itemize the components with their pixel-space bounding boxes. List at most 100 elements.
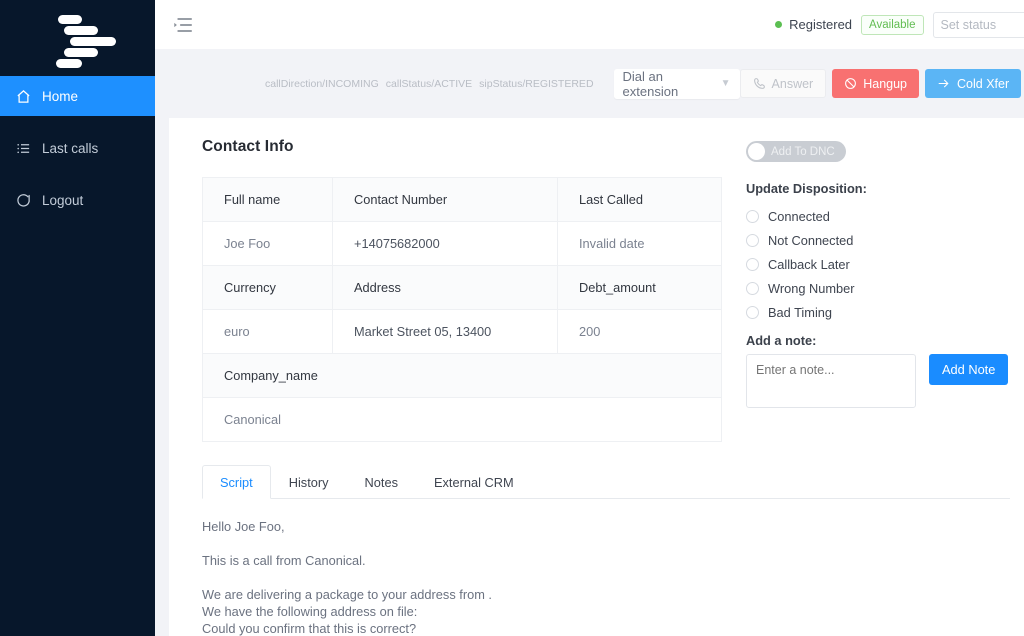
answer-button[interactable]: Answer [740, 69, 827, 98]
script-panel: Hello Joe Foo, This is a call from Canon… [169, 499, 1024, 636]
sidebar-item-last-calls[interactable]: Last calls [0, 128, 155, 168]
table-cell-company-name: Canonical [203, 398, 722, 442]
home-icon [15, 88, 31, 104]
script-line-2: We have the following address on file: [202, 603, 1024, 620]
script-intro: This is a call from Canonical. [202, 552, 1024, 569]
chevron-down-icon: ▼ [721, 78, 731, 89]
sidebar-item-logout[interactable]: Logout [0, 180, 155, 220]
page-title: Contact Info [202, 138, 721, 156]
radio-icon [746, 210, 759, 223]
power-icon [15, 192, 31, 208]
table-row: Currency Address Debt_amount [203, 266, 722, 310]
sidebar: Home Last calls [0, 0, 155, 636]
nav-spacer-2 [0, 168, 155, 180]
table-row: Company_name [203, 354, 722, 398]
table-row: Full name Contact Number Last Called [203, 178, 722, 222]
add-note-button[interactable]: Add Note [929, 354, 1008, 385]
list-icon [15, 140, 31, 156]
table-row: Joe Foo +14075682000 Invalid date [203, 222, 722, 266]
script-line-1: We are delivering a package to your addr… [202, 586, 1024, 603]
add-note-title: Add a note: [746, 333, 1024, 348]
nav-spacer-1 [0, 116, 155, 128]
table-cell-full-name: Joe Foo [203, 222, 333, 266]
table-cell-debt-amount: 200 [558, 310, 722, 354]
radio-icon [746, 306, 759, 319]
contact-info-column: Contact Info Full name Contact Number La… [202, 138, 721, 442]
disposition-option-label: Bad Timing [768, 305, 832, 320]
table-header-cell: Contact Number [333, 178, 558, 222]
table-header-cell: Currency [203, 266, 333, 310]
hangup-button[interactable]: Hangup [832, 69, 919, 98]
toggle-knob-icon [748, 143, 765, 160]
tab-external-crm[interactable]: External CRM [416, 465, 532, 499]
table-header-cell: Last Called [558, 178, 722, 222]
call-buttons: Answer Hangup Cold [740, 69, 1024, 98]
sidebar-item-label-home: Home [42, 89, 78, 104]
stacked-bars-logo [52, 12, 104, 64]
script-body: We are delivering a package to your addr… [202, 586, 1024, 636]
disposition-option-callback-later[interactable]: Callback Later [746, 252, 1024, 276]
content-background: Contact Info Full name Contact Number La… [155, 118, 1024, 636]
table-cell-last-called: Invalid date [558, 222, 722, 266]
table-row: euro Market Street 05, 13400 200 [203, 310, 722, 354]
table-header-cell-company: Company_name [203, 354, 722, 398]
main-area: Registered Available Set status ▼ Areski… [155, 0, 1024, 636]
tab-history[interactable]: History [271, 465, 347, 499]
table-header-cell: Debt_amount [558, 266, 722, 310]
top-bar-right: Registered Available Set status ▼ Areski [775, 11, 1024, 39]
sidebar-item-label-last-calls: Last calls [42, 141, 98, 156]
answer-button-label: Answer [772, 77, 814, 91]
call-meta: callDirection/INCOMING callStatus/ACTIVE… [265, 78, 594, 90]
disposition-option-bad-timing[interactable]: Bad Timing [746, 300, 1024, 324]
set-status-select[interactable]: Set status ▼ [933, 12, 1024, 38]
dial-extension-label: Dial an extension [623, 69, 721, 99]
tabs-container: Script History Notes External CRM [169, 465, 1024, 499]
call-meta-direction: callDirection/INCOMING [265, 78, 379, 90]
sidebar-item-label-logout: Logout [42, 193, 83, 208]
radio-icon [746, 234, 759, 247]
note-input[interactable] [746, 354, 916, 408]
hangup-icon [844, 77, 857, 90]
top-bar: Registered Available Set status ▼ Areski [155, 0, 1024, 49]
hangup-button-label: Hangup [863, 77, 907, 91]
table-row: Canonical [203, 398, 722, 442]
script-line-3: Could you confirm that this is correct? [202, 620, 1024, 636]
call-meta-sip: sipStatus/REGISTERED [479, 78, 593, 90]
disposition-option-label: Wrong Number [768, 281, 855, 296]
radio-icon [746, 282, 759, 295]
call-meta-status: callStatus/ACTIVE [386, 78, 472, 90]
add-to-dnc-label: Add To DNC [771, 146, 835, 158]
table-cell-address: Market Street 05, 13400 [333, 310, 558, 354]
tab-notes[interactable]: Notes [347, 465, 416, 499]
disposition-column: Add To DNC Update Disposition: Connected… [721, 138, 1024, 442]
set-status-placeholder: Set status [941, 18, 997, 32]
disposition-option-not-connected[interactable]: Not Connected [746, 228, 1024, 252]
dial-extension-select[interactable]: Dial an extension ▼ [614, 69, 740, 99]
content-card: Contact Info Full name Contact Number La… [169, 118, 1024, 636]
disposition-option-label: Not Connected [768, 233, 853, 248]
radio-icon [746, 258, 759, 271]
status-dot-icon [775, 21, 782, 28]
disposition-option-wrong-number[interactable]: Wrong Number [746, 276, 1024, 300]
table-cell-contact-number: +14075682000 [333, 222, 558, 266]
table-cell-currency: euro [203, 310, 333, 354]
table-header-cell: Full name [203, 178, 333, 222]
disposition-option-label: Connected [768, 209, 830, 224]
contact-info-table: Full name Contact Number Last Called Joe… [202, 177, 722, 442]
cold-xfer-button[interactable]: Cold Xfer [925, 69, 1021, 98]
arrow-right-icon [937, 77, 951, 90]
disposition-option-connected[interactable]: Connected [746, 204, 1024, 228]
tabs: Script History Notes External CRM [202, 465, 1010, 499]
call-control-bar: callDirection/INCOMING callStatus/ACTIVE… [155, 49, 1024, 118]
availability-badge: Available [861, 15, 923, 35]
card-columns: Contact Info Full name Contact Number La… [169, 138, 1024, 442]
add-to-dnc-toggle[interactable]: Add To DNC [746, 141, 846, 162]
sidebar-item-home[interactable]: Home [0, 76, 155, 116]
app-logo [0, 0, 155, 76]
update-disposition-title: Update Disposition: [746, 181, 1024, 196]
app-root: Home Last calls [0, 0, 1024, 636]
collapse-sidebar-icon[interactable] [169, 13, 195, 37]
tab-script[interactable]: Script [202, 465, 271, 499]
sidebar-nav: Home Last calls [0, 76, 155, 220]
script-greeting: Hello Joe Foo, [202, 518, 1024, 535]
